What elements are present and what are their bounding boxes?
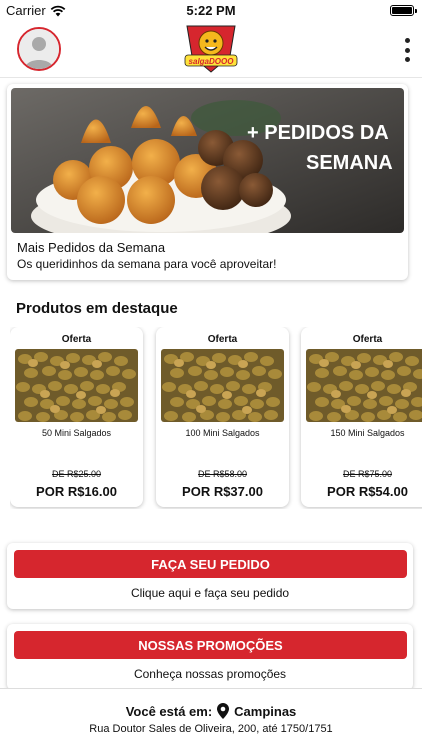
product-name: 50 Mini Salgados	[41, 428, 112, 438]
product-card[interactable]: Oferta 50 Mini Salgados DE R$25.00 POR R…	[10, 327, 143, 507]
offer-badge: Oferta	[352, 334, 383, 345]
product-card[interactable]: Oferta 100 Mini Salgados DE R$58.00 POR …	[156, 327, 289, 507]
banner-title: Mais Pedidos da Semana	[17, 240, 166, 255]
app-header: salgaDOOO	[0, 22, 422, 78]
product-image	[306, 349, 422, 422]
status-bar: Carrier 5:22 PM	[0, 0, 422, 22]
location-line: Você está em: Campinas	[0, 703, 422, 719]
product-price: POR R$16.00	[36, 484, 117, 499]
order-subtitle: Clique aqui e faça seu pedido	[130, 586, 290, 600]
more-vertical-icon[interactable]	[402, 38, 412, 62]
product-name: 150 Mini Salgados	[330, 428, 405, 438]
product-price: POR R$54.00	[327, 484, 408, 499]
order-button[interactable]: FAÇA SEU PEDIDO	[14, 550, 407, 578]
product-image	[161, 349, 284, 422]
banner-image: + PEDIDOS DA SEMANA	[11, 88, 404, 233]
banner-overlay-line1: + PEDIDOS DA	[247, 122, 389, 144]
location-address: Rua Doutor Sales de Oliveira, 200, até 1…	[89, 723, 333, 735]
product-old-price: DE R$25.00	[51, 469, 102, 479]
product-old-price: DE R$75.00	[342, 469, 393, 479]
product-price: POR R$37.00	[182, 484, 263, 499]
weekly-orders-card[interactable]: + PEDIDOS DA SEMANA Mais Pedidos da Sema…	[7, 84, 408, 280]
location-city: Campinas	[234, 703, 297, 719]
product-image	[15, 349, 138, 422]
brand-logo: salgaDOOO	[181, 22, 241, 76]
promotions-subtitle: Conheça nossas promoções	[133, 667, 287, 681]
promotions-button[interactable]: NOSSAS PROMOÇÕES	[14, 631, 407, 659]
product-old-price: DE R$58.00	[197, 469, 248, 479]
location-prefix: Você está em:	[125, 703, 213, 719]
banner-overlay-line2: SEMANA	[306, 152, 393, 174]
status-time: 5:22 PM	[186, 3, 236, 18]
featured-products-list[interactable]: Oferta 50 Mini Salgados DE R$25.00 POR R…	[10, 327, 422, 509]
logo-text: salgaDOOO	[188, 57, 234, 66]
order-card[interactable]: FAÇA SEU PEDIDO Clique aqui e faça seu p…	[7, 543, 413, 609]
offer-badge: Oferta	[207, 334, 238, 345]
promotions-card[interactable]: NOSSAS PROMOÇÕES Conheça nossas promoçõe…	[7, 624, 413, 690]
user-avatar-icon[interactable]	[17, 27, 61, 71]
product-card[interactable]: Oferta 150 Mini Salgados DE R$75.00 POR …	[301, 327, 422, 507]
featured-products-title: Produtos em destaque	[16, 300, 178, 317]
offer-badge: Oferta	[61, 334, 92, 345]
map-pin-icon	[217, 703, 230, 719]
product-name: 100 Mini Salgados	[185, 428, 260, 438]
location-bar[interactable]: Você está em: Campinas Rua Doutor Sales …	[0, 688, 422, 750]
banner-subtitle: Os queridinhos da semana para você aprov…	[17, 257, 277, 271]
battery-icon	[390, 5, 417, 16]
